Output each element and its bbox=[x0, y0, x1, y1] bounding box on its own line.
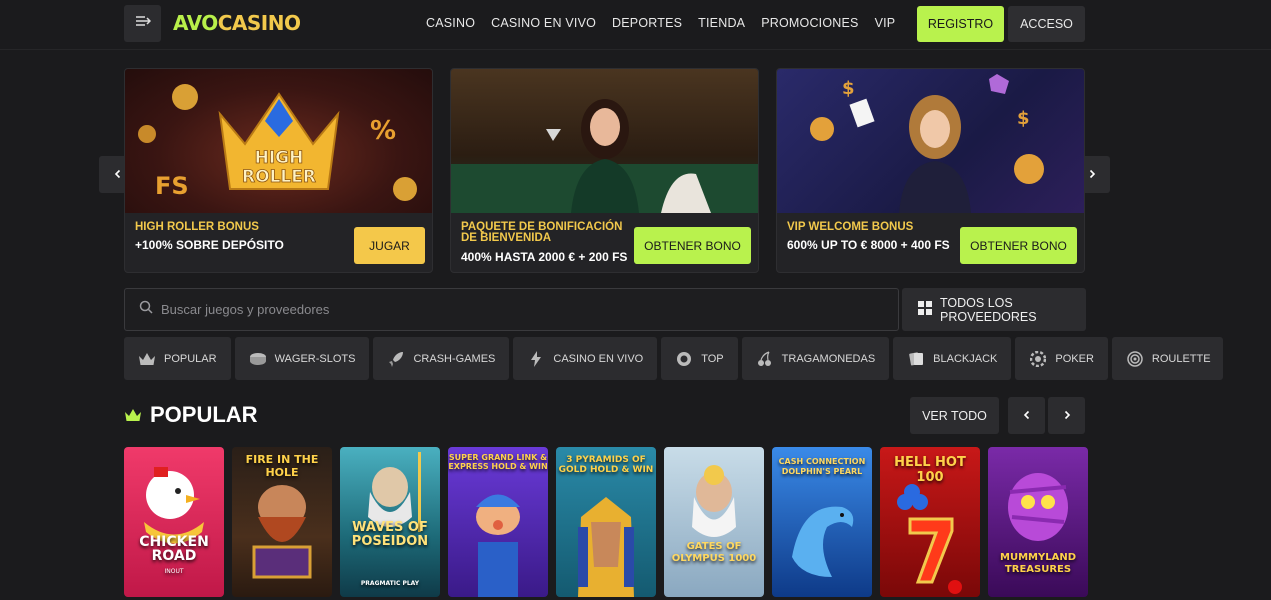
badge-icon bbox=[675, 350, 693, 368]
svg-text:$: $ bbox=[1017, 108, 1030, 129]
category-poker[interactable]: POKER bbox=[1015, 337, 1108, 380]
promo-card-welcome[interactable]: PAQUETE DE BONIFICACIÓN DE BIENVENIDA 40… bbox=[450, 68, 759, 273]
get-bonus-button[interactable]: OBTENER BONO bbox=[634, 227, 751, 264]
games-prev-button[interactable] bbox=[1008, 397, 1045, 434]
svg-text:HIGH: HIGH bbox=[255, 148, 304, 168]
game-provider: PRAGMATIC PLAY bbox=[360, 580, 420, 587]
all-providers-button[interactable]: TODOS LOS PROVEEDORES bbox=[902, 288, 1086, 331]
top-header: AVOCASINO CASINO CASINO EN VIVO DEPORTES… bbox=[0, 0, 1271, 50]
menu-icon bbox=[135, 14, 151, 33]
section-title-text: POPULAR bbox=[150, 402, 258, 427]
get-bonus-button[interactable]: OBTENER BONO bbox=[960, 227, 1077, 264]
menu-toggle-button[interactable] bbox=[124, 5, 161, 42]
roulette-icon bbox=[1126, 350, 1144, 368]
game-title: MUMMYLAND TREASURES bbox=[1000, 552, 1076, 575]
lightning-icon bbox=[527, 350, 545, 368]
crown-icon bbox=[138, 350, 156, 368]
chevron-left-icon bbox=[1022, 407, 1032, 425]
promo-banner-image: HIGH ROLLER FS % bbox=[125, 69, 432, 213]
category-wager-slots[interactable]: WAGER-SLOTS bbox=[234, 337, 370, 380]
category-roulette[interactable]: ROULETTE bbox=[1111, 337, 1223, 380]
game-title: 3 PYRAMIDS OF GOLD HOLD & WIN bbox=[558, 455, 654, 475]
promo-subtitle: 400% HASTA 2000 € + 200 FS bbox=[461, 250, 628, 264]
promo-card-high-roller[interactable]: HIGH ROLLER FS % HIGH ROLLER BONUS +100%… bbox=[124, 68, 433, 273]
popular-games-row: CHICKEN ROAD INOUT FIRE IN THE HOLE WAVE… bbox=[124, 447, 1088, 597]
search-icon bbox=[139, 300, 153, 319]
promo-title: VIP WELCOME BONUS bbox=[787, 221, 914, 233]
crown-icon bbox=[124, 408, 142, 422]
game-tile[interactable]: GATES OF OLYMPUS 1000 bbox=[664, 447, 764, 597]
category-top[interactable]: TOP bbox=[661, 337, 738, 380]
category-popular[interactable]: POPULAR bbox=[124, 337, 231, 380]
promo-subtitle: +100% SOBRE DEPÓSITO bbox=[135, 238, 284, 252]
promo-banner-image bbox=[451, 69, 758, 213]
chevron-right-icon bbox=[1087, 166, 1097, 184]
providers-label: TODOS LOS PROVEEDORES bbox=[940, 295, 1037, 324]
search-input[interactable] bbox=[161, 302, 761, 317]
category-crash-games[interactable]: CRASH-GAMES bbox=[373, 337, 510, 380]
register-button[interactable]: REGISTRO bbox=[917, 6, 1004, 42]
game-tile[interactable]: MUMMYLAND TREASURES bbox=[988, 447, 1088, 597]
nav-casino[interactable]: CASINO bbox=[426, 16, 475, 30]
site-logo[interactable]: AVOCASINO bbox=[173, 11, 301, 35]
game-title: HELL HOT 100 bbox=[894, 455, 966, 485]
chevron-left-icon bbox=[113, 166, 123, 184]
login-button[interactable]: ACCESO bbox=[1008, 6, 1085, 42]
nav-deportes[interactable]: DEPORTES bbox=[612, 16, 682, 30]
game-tile[interactable]: CHICKEN ROAD INOUT bbox=[124, 447, 224, 597]
game-title: CHICKEN ROAD bbox=[139, 534, 209, 564]
game-title: SUPER GRAND LINK & EXPRESS HOLD & WIN bbox=[448, 453, 548, 471]
play-button[interactable]: JUGAR bbox=[354, 227, 425, 264]
game-title: WAVES OF POSEIDON bbox=[351, 520, 429, 549]
main-nav: CASINO CASINO EN VIVO DEPORTES TIENDA PR… bbox=[426, 0, 895, 46]
category-tragamonedas[interactable]: TRAGAMONEDAS bbox=[741, 337, 890, 380]
games-next-button[interactable] bbox=[1048, 397, 1085, 434]
game-tile[interactable]: CASH CONNECTION DOLPHIN'S PEARL bbox=[772, 447, 872, 597]
game-tile[interactable]: HELL HOT 100 bbox=[880, 447, 980, 597]
cherries-icon bbox=[756, 350, 774, 368]
svg-text:%: % bbox=[370, 116, 396, 146]
nav-tienda[interactable]: TIENDA bbox=[698, 16, 745, 30]
search-bar[interactable] bbox=[124, 288, 899, 331]
grid-icon bbox=[918, 301, 932, 318]
category-casino-en-vivo[interactable]: CASINO EN VIVO bbox=[513, 337, 658, 380]
promo-title: PAQUETE DE BONIFICACIÓN DE BIENVENIDA bbox=[461, 221, 623, 244]
promo-banner-image: $ $ bbox=[777, 69, 1084, 213]
promo-title: HIGH ROLLER BONUS bbox=[135, 221, 259, 233]
chip-icon bbox=[1029, 350, 1047, 368]
game-title: GATES OF OLYMPUS 1000 bbox=[671, 541, 757, 564]
zeus-icon bbox=[692, 465, 736, 537]
nav-promociones[interactable]: PROMOCIONES bbox=[761, 16, 858, 30]
rocket-icon bbox=[387, 350, 405, 368]
nav-casino-en-vivo[interactable]: CASINO EN VIVO bbox=[491, 16, 596, 30]
cards-icon bbox=[907, 350, 925, 368]
game-tile[interactable]: SUPER GRAND LINK & EXPRESS HOLD & WIN bbox=[448, 447, 548, 597]
game-provider: INOUT bbox=[164, 568, 184, 575]
game-title: CASH CONNECTION DOLPHIN'S PEARL bbox=[778, 457, 866, 476]
promo-card-vip-welcome[interactable]: $ $ VIP WELCOME BONUS 600% UP TO € 8000 … bbox=[776, 68, 1085, 273]
svg-text:$: $ bbox=[842, 78, 855, 99]
svg-text:ROLLER: ROLLER bbox=[242, 167, 316, 187]
category-blackjack[interactable]: BLACKJACK bbox=[893, 337, 1012, 380]
view-all-button[interactable]: VER TODO bbox=[910, 397, 999, 434]
category-bar: POPULAR WAGER-SLOTS CRASH-GAMES CASINO E… bbox=[124, 337, 1223, 380]
promo-subtitle: 600% UP TO € 8000 + 400 FS bbox=[787, 238, 950, 252]
coins-icon bbox=[249, 350, 267, 368]
section-title-popular: POPULAR bbox=[124, 402, 258, 428]
game-title: FIRE IN THE HOLE bbox=[245, 453, 319, 479]
nav-vip[interactable]: VIP bbox=[875, 16, 896, 30]
game-tile[interactable]: 3 PYRAMIDS OF GOLD HOLD & WIN bbox=[556, 447, 656, 597]
chevron-right-icon bbox=[1062, 407, 1072, 425]
game-tile[interactable]: WAVES OF POSEIDON PRAGMATIC PLAY bbox=[340, 447, 440, 597]
svg-text:FS: FS bbox=[155, 172, 189, 200]
game-tile[interactable]: FIRE IN THE HOLE bbox=[232, 447, 332, 597]
